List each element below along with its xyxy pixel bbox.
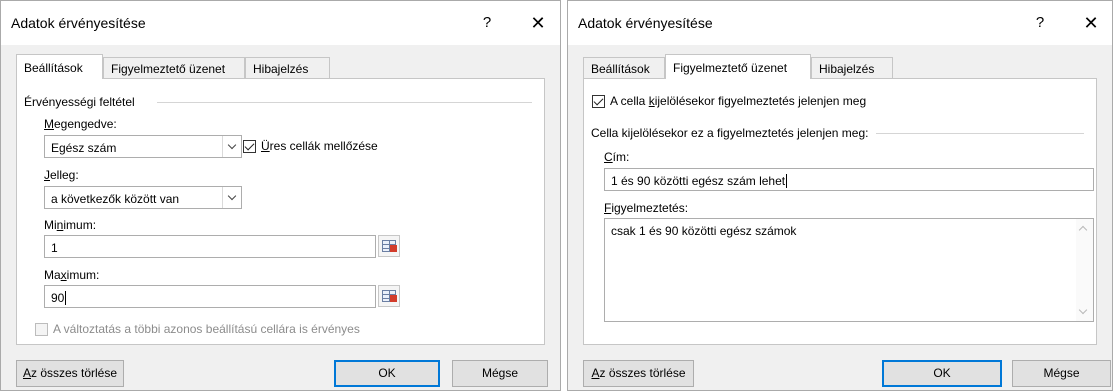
title-input[interactable]: 1 és 90 közötti egész szám lehet — [604, 168, 1094, 191]
tab-settings[interactable]: Beállítások — [583, 57, 665, 78]
clear-all-button[interactable]: Az összes törlése — [16, 360, 124, 387]
chevron-up-icon[interactable] — [1078, 225, 1088, 235]
apply-all-label: A változtatás a többi azonos beállítású … — [53, 322, 360, 336]
data-label: Jelleg: — [44, 168, 79, 182]
maximum-label: Maximum: — [44, 268, 100, 282]
message-label: Figyelmeztetés: — [604, 201, 689, 215]
help-button[interactable]: ? — [475, 11, 499, 35]
tab-error-alert[interactable]: Hibajelzés — [811, 57, 893, 78]
minimum-range-selector-button[interactable] — [378, 235, 400, 257]
close-button[interactable]: ✕ — [1077, 11, 1105, 35]
tab-input-message[interactable]: Figyelmeztető üzenet — [103, 57, 245, 78]
title-label: Cím: — [604, 150, 630, 164]
input-message-panel: A cella kijelölésekor figyelmeztetés jel… — [583, 78, 1097, 345]
settings-panel: Érvényességi feltétel Megengedve: Egész … — [16, 78, 545, 345]
show-message-checkbox[interactable] — [592, 95, 605, 108]
close-icon: ✕ — [1083, 13, 1099, 33]
tab-settings[interactable]: Beállítások — [16, 54, 103, 79]
cancel-button[interactable]: Mégse — [452, 360, 548, 387]
chevron-down-icon[interactable] — [1078, 305, 1088, 315]
chevron-down-icon[interactable] — [222, 187, 241, 208]
show-message-label: A cella kijelölésekor figyelmeztetés jel… — [610, 94, 867, 108]
ok-button[interactable]: OK — [334, 360, 440, 387]
help-button[interactable]: ? — [1028, 11, 1052, 35]
minimum-label: Minimum: — [44, 218, 97, 232]
text-caret — [786, 174, 788, 188]
group-divider — [157, 102, 532, 103]
message-textarea[interactable]: csak 1 és 90 közötti egész számok — [604, 218, 1094, 322]
group-label-validation-criteria: Érvényességi feltétel — [24, 95, 141, 109]
group-divider — [876, 133, 1084, 134]
close-button[interactable]: ✕ — [524, 11, 552, 35]
dialog-title: Adatok érvényesítése — [578, 15, 713, 31]
maximum-range-selector-button[interactable] — [378, 285, 400, 307]
ignore-blank-label: Üres cellák mellőzése — [261, 139, 378, 153]
data-select-value: a következők között van — [51, 192, 180, 206]
message-scrollbar[interactable] — [1076, 219, 1093, 321]
tab-error-alert[interactable]: Hibajelzés — [245, 57, 330, 78]
data-select[interactable]: a következők között van — [44, 186, 242, 209]
title-bar: Adatok érvényesítése ? ✕ — [1, 1, 560, 45]
text-caret — [65, 291, 67, 305]
close-icon: ✕ — [530, 13, 546, 33]
ignore-blank-checkbox[interactable] — [243, 140, 256, 153]
minimum-input[interactable]: 1 — [44, 235, 376, 258]
title-bar: Adatok érvényesítése ? ✕ — [568, 1, 1112, 45]
allow-select[interactable]: Egész szám — [44, 135, 242, 158]
data-validation-dialog-settings: Adatok érvényesítése ? ✕ Beállítások Fig… — [0, 0, 561, 391]
clear-all-button[interactable]: Az összes törlése — [583, 360, 694, 387]
apply-all-checkbox[interactable] — [35, 323, 48, 336]
dialog-title: Adatok érvényesítése — [11, 15, 146, 31]
cancel-button[interactable]: Mégse — [1012, 360, 1111, 387]
group-label-message: Cella kijelölésekor ez a figyelmeztetés … — [591, 126, 875, 140]
data-validation-dialog-input-message: Adatok érvényesítése ? ✕ Beállítások Fig… — [567, 0, 1113, 391]
allow-select-value: Egész szám — [51, 141, 117, 155]
tab-input-message[interactable]: Figyelmeztető üzenet — [665, 54, 811, 79]
chevron-down-icon[interactable] — [222, 136, 241, 157]
allow-label: Megengedve: — [44, 117, 117, 131]
maximum-input[interactable]: 90 — [44, 285, 376, 308]
ok-button[interactable]: OK — [882, 360, 1002, 387]
